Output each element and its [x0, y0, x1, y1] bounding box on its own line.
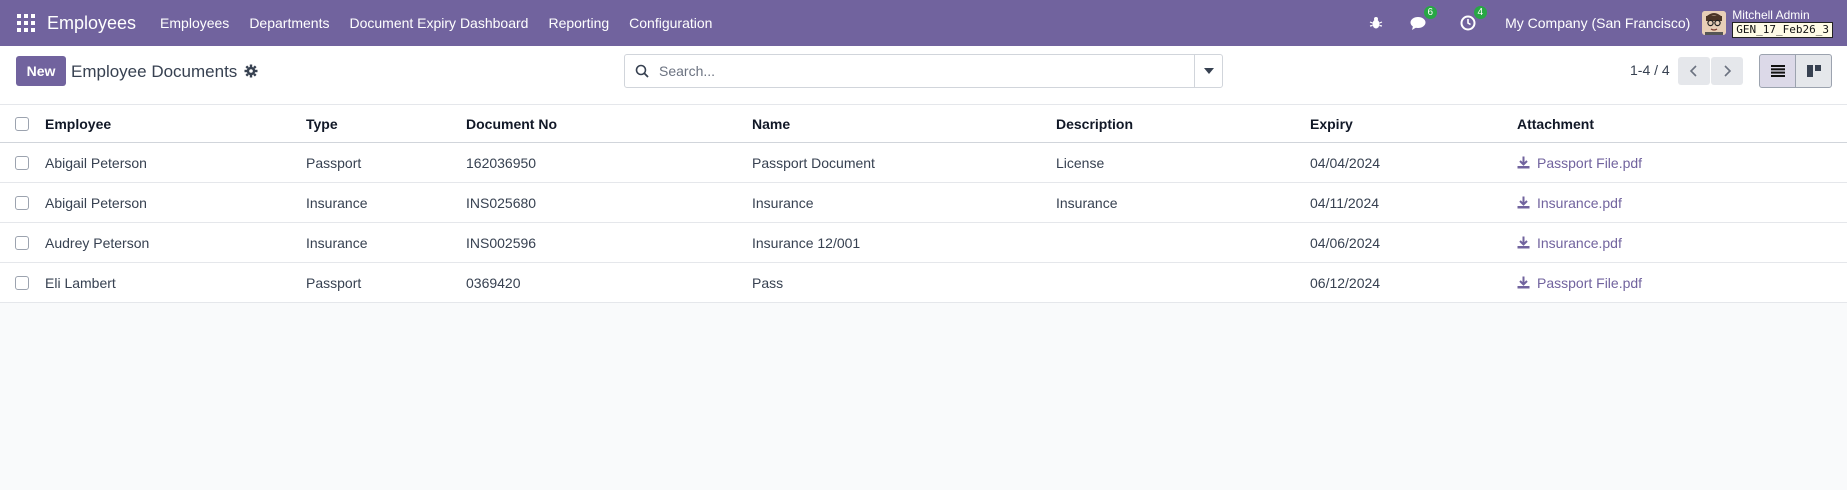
- menu-configuration[interactable]: Configuration: [629, 15, 712, 31]
- cell-document-no: 0369420: [466, 274, 521, 291]
- search-input[interactable]: [659, 63, 1179, 79]
- cell-expiry: 06/12/2024: [1310, 274, 1381, 291]
- kanban-view-icon: [1806, 65, 1821, 77]
- cell-name: Pass: [752, 274, 784, 291]
- search-bar: [624, 54, 1223, 88]
- cell-employee: Abigail Peterson: [45, 194, 147, 211]
- cell-expiry: 04/04/2024: [1310, 154, 1381, 171]
- column-header-name[interactable]: Name: [752, 105, 790, 142]
- cell-name: Passport Document: [752, 154, 875, 171]
- cell-document-no: INS025680: [466, 194, 537, 211]
- row-checkbox[interactable]: [15, 275, 29, 290]
- attachment-filename: Passport File.pdf: [1537, 154, 1643, 171]
- company-switcher[interactable]: My Company (San Francisco): [1505, 15, 1690, 31]
- app-brand[interactable]: Employees: [47, 13, 136, 34]
- control-panel: New Employee Documents 1-4 / 4: [0, 46, 1847, 105]
- list-view-icon: [1770, 65, 1785, 77]
- activities-clock-icon[interactable]: 4: [1459, 6, 1488, 32]
- gear-icon[interactable]: [244, 64, 258, 78]
- new-button[interactable]: New: [16, 56, 66, 86]
- cell-description: Insurance: [1056, 194, 1118, 211]
- cell-name: Insurance 12/001: [752, 234, 861, 251]
- list-view-button[interactable]: [1759, 54, 1796, 88]
- chevron-left-icon: [1689, 65, 1697, 77]
- column-header-attachment[interactable]: Attachment: [1517, 105, 1594, 142]
- cell-expiry: 04/11/2024: [1310, 194, 1380, 211]
- row-checkbox[interactable]: [15, 235, 29, 250]
- activities-count-badge: 4: [1473, 6, 1488, 19]
- documents-table: Employee Type Document No Name Descripti…: [0, 105, 1847, 303]
- attachment-filename: Insurance.pdf: [1537, 194, 1622, 211]
- user-name[interactable]: Mitchell Admin: [1732, 9, 1833, 21]
- cell-type: Passport: [306, 154, 362, 171]
- kanban-view-button[interactable]: [1795, 54, 1832, 88]
- list-empty-area: [0, 304, 1847, 490]
- cell-description: License: [1056, 154, 1105, 171]
- messages-icon[interactable]: 6: [1409, 6, 1438, 32]
- table-row[interactable]: Abigail Peterson Insurance INS025680 Ins…: [0, 183, 1847, 223]
- chevron-down-icon: [1203, 68, 1214, 74]
- cell-document-no: INS002596: [466, 234, 537, 251]
- messages-count-badge: 6: [1423, 6, 1438, 19]
- search-icon: [635, 64, 649, 78]
- column-header-employee[interactable]: Employee: [45, 105, 111, 142]
- attachment-download-link[interactable]: Passport File.pdf: [1517, 143, 1642, 182]
- column-header-description[interactable]: Description: [1056, 105, 1133, 142]
- row-checkbox[interactable]: [15, 155, 29, 170]
- menu-document-expiry-dashboard[interactable]: Document Expiry Dashboard: [349, 15, 528, 31]
- pager-previous-button[interactable]: [1678, 57, 1710, 85]
- cell-type: Insurance: [306, 234, 368, 251]
- download-icon: [1517, 196, 1530, 209]
- attachment-download-link[interactable]: Insurance.pdf: [1517, 183, 1622, 222]
- database-name-tag: GEN_17_Feb26_3: [1732, 21, 1833, 38]
- user-avatar[interactable]: [1702, 11, 1727, 35]
- column-header-type[interactable]: Type: [306, 105, 338, 142]
- cell-name: Insurance: [752, 194, 814, 211]
- column-header-document-no[interactable]: Document No: [466, 105, 557, 142]
- attachment-filename: Passport File.pdf: [1537, 274, 1643, 291]
- column-header-expiry[interactable]: Expiry: [1310, 105, 1353, 142]
- cell-employee: Abigail Peterson: [45, 154, 147, 171]
- cell-type: Passport: [306, 274, 362, 291]
- pager-value[interactable]: 1-4 / 4: [1630, 62, 1670, 78]
- menu-departments[interactable]: Departments: [249, 15, 329, 31]
- attachment-download-link[interactable]: Insurance.pdf: [1517, 223, 1622, 262]
- table-row[interactable]: Abigail Peterson Passport 162036950 Pass…: [0, 143, 1847, 183]
- row-checkbox[interactable]: [15, 195, 29, 210]
- cell-type: Insurance: [306, 194, 368, 211]
- chevron-right-icon: [1724, 65, 1732, 77]
- select-all-checkbox[interactable]: [15, 116, 29, 131]
- debug-bug-icon[interactable]: [1367, 14, 1385, 32]
- table-row[interactable]: Audrey Peterson Insurance INS002596 Insu…: [0, 223, 1847, 263]
- cell-employee: Audrey Peterson: [45, 234, 150, 251]
- pager-next-button[interactable]: [1711, 57, 1743, 85]
- search-options-toggle[interactable]: [1194, 55, 1222, 87]
- attachment-download-link[interactable]: Passport File.pdf: [1517, 263, 1642, 302]
- menu-employees[interactable]: Employees: [160, 15, 229, 31]
- page-title: Employee Documents: [71, 62, 238, 81]
- menu-reporting[interactable]: Reporting: [548, 15, 609, 31]
- attachment-filename: Insurance.pdf: [1537, 234, 1622, 251]
- download-icon: [1517, 236, 1530, 249]
- cell-employee: Eli Lambert: [45, 274, 116, 291]
- app-grid-icon[interactable]: [17, 13, 37, 33]
- cell-expiry: 04/06/2024: [1310, 234, 1381, 251]
- cell-document-no: 162036950: [466, 154, 537, 171]
- table-row[interactable]: Eli Lambert Passport 0369420 Pass 06/12/…: [0, 263, 1847, 303]
- download-icon: [1517, 156, 1530, 169]
- download-icon: [1517, 276, 1530, 289]
- top-navbar: Employees Employees Departments Document…: [0, 0, 1847, 46]
- table-header-row: Employee Type Document No Name Descripti…: [0, 105, 1847, 143]
